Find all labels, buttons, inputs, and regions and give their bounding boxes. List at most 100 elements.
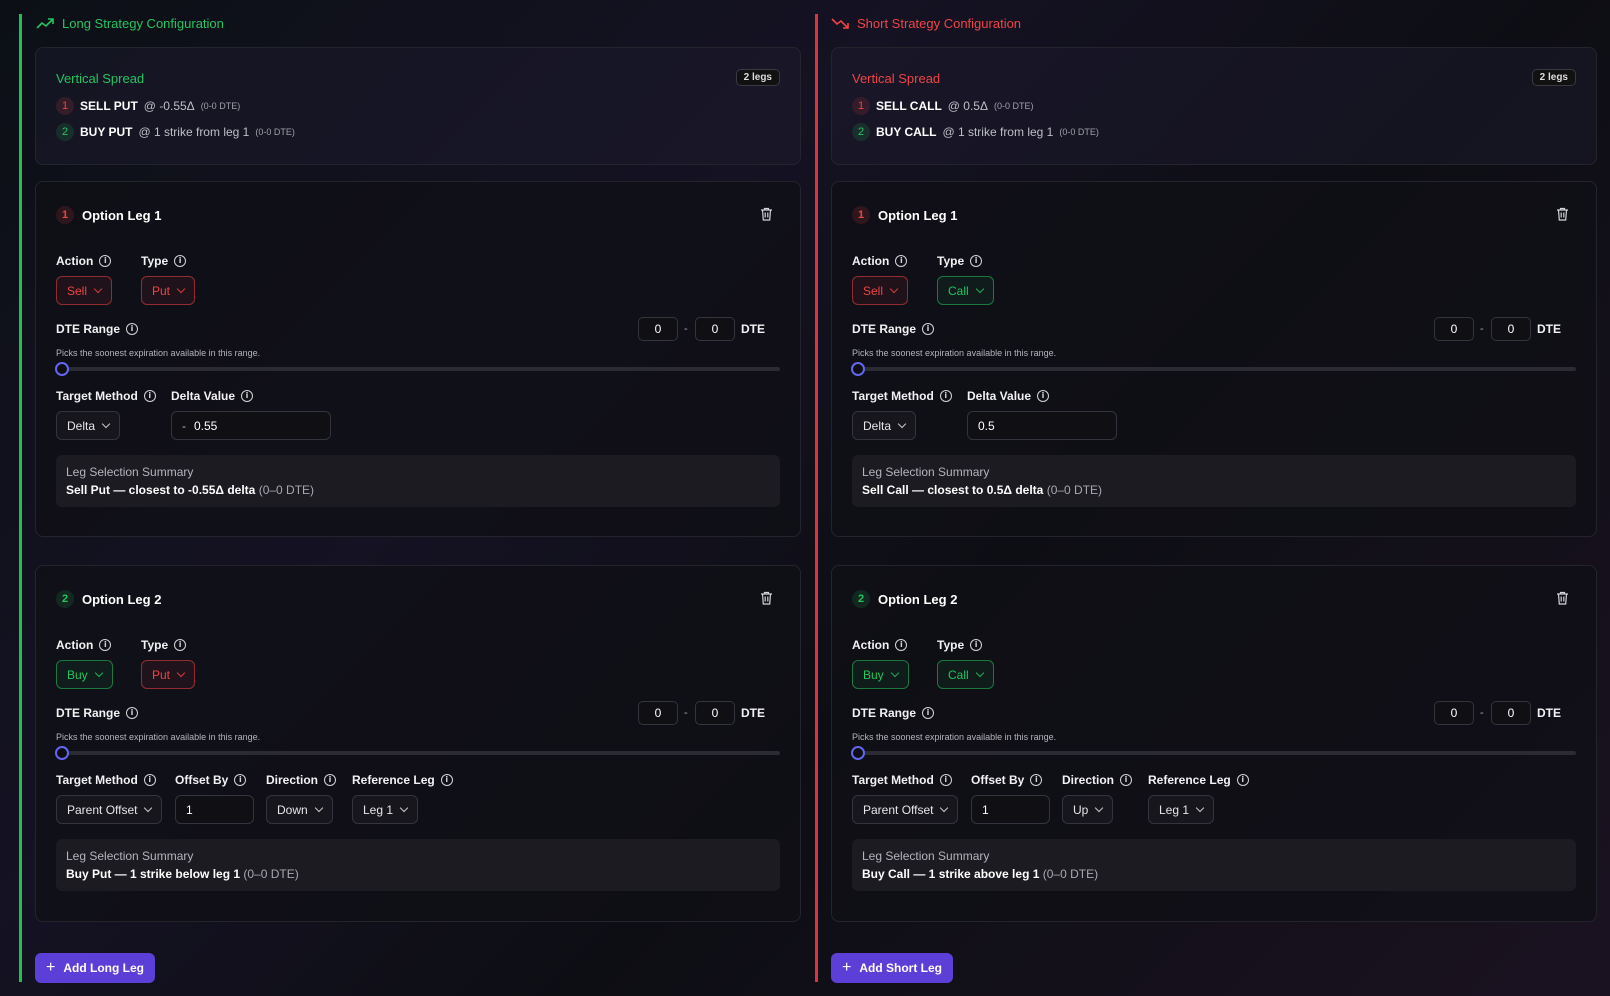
info-icon[interactable]: i bbox=[126, 707, 139, 719]
dte-max-input[interactable]: 0 bbox=[1491, 317, 1531, 341]
target-method-select[interactable]: Delta bbox=[852, 411, 917, 440]
info-icon[interactable]: i bbox=[99, 639, 112, 651]
long-accent-line bbox=[19, 14, 22, 982]
dte-min-input[interactable]: 0 bbox=[1434, 317, 1474, 341]
info-icon[interactable]: i bbox=[174, 639, 187, 651]
type-select[interactable]: Put bbox=[141, 660, 196, 689]
info-icon[interactable]: i bbox=[1236, 774, 1249, 786]
info-icon[interactable]: i bbox=[1030, 774, 1043, 786]
dte-min-input[interactable]: 0 bbox=[638, 317, 678, 341]
info-icon[interactable]: i bbox=[143, 390, 156, 402]
offset-by-input[interactable]: 1 bbox=[175, 795, 254, 824]
dte-range-slider[interactable] bbox=[55, 746, 780, 760]
info-icon[interactable]: i bbox=[241, 390, 254, 402]
leg-number-badge: 2 bbox=[56, 123, 74, 141]
action-select[interactable]: Buy bbox=[852, 660, 909, 689]
action-select[interactable]: Buy bbox=[56, 660, 113, 689]
short-option-leg-2-card: 2 Option Leg 2 Action i Type i Buy Call DT… bbox=[831, 565, 1597, 922]
summary-bold: Sell Put — closest to -0.55Δ delta bbox=[66, 483, 256, 497]
info-icon[interactable]: i bbox=[324, 774, 337, 786]
info-icon[interactable]: i bbox=[970, 255, 983, 267]
dte-range-label: DTE Range i bbox=[56, 706, 139, 720]
type-label: Type i bbox=[141, 254, 187, 268]
info-icon[interactable]: i bbox=[99, 255, 112, 267]
info-icon[interactable]: i bbox=[1120, 774, 1133, 786]
dte-hint: Picks the soonest expiration available i… bbox=[56, 348, 261, 358]
info-icon[interactable]: i bbox=[1037, 390, 1050, 402]
strategy-name: Vertical Spread bbox=[852, 71, 941, 86]
info-icon[interactable]: i bbox=[970, 639, 983, 651]
trash-icon[interactable] bbox=[1556, 207, 1569, 221]
trash-icon[interactable] bbox=[760, 591, 773, 605]
slider-handle[interactable] bbox=[55, 746, 69, 760]
info-icon[interactable]: i bbox=[143, 774, 156, 786]
direction-label: Direction i bbox=[1062, 773, 1133, 787]
dte-unit-label: DTE bbox=[741, 322, 765, 336]
reference-leg-label: Reference Leg i bbox=[1148, 773, 1249, 787]
target-method-select[interactable]: Delta bbox=[56, 411, 121, 440]
reference-leg-select[interactable]: Leg 1 bbox=[1148, 795, 1215, 824]
info-icon[interactable]: i bbox=[234, 774, 247, 786]
info-icon[interactable]: i bbox=[922, 707, 935, 719]
add-long-leg-button[interactable]: + Add Long Leg bbox=[35, 953, 155, 983]
info-icon[interactable]: i bbox=[126, 323, 139, 335]
info-icon[interactable]: i bbox=[174, 255, 187, 267]
action-select[interactable]: Sell bbox=[56, 276, 113, 305]
reference-leg-label-text: Reference Leg bbox=[1148, 773, 1231, 787]
target-method-select[interactable]: Parent Offset bbox=[852, 795, 959, 824]
info-icon[interactable]: i bbox=[939, 774, 952, 786]
offset-by-label-text: Offset By bbox=[971, 773, 1025, 787]
long-option-leg-2-card: 2 Option Leg 2 Action i Type i Buy Put DTE… bbox=[35, 565, 801, 922]
short-accent-line bbox=[815, 14, 818, 982]
action-select[interactable]: Sell bbox=[852, 276, 909, 305]
trash-icon[interactable] bbox=[1556, 591, 1569, 605]
direction-select[interactable]: Up bbox=[1062, 795, 1114, 824]
plus-icon: + bbox=[46, 959, 56, 976]
summary-text: Sell Put — closest to -0.55Δ delta (0–0 … bbox=[66, 483, 770, 497]
dte-hint: Picks the soonest expiration available i… bbox=[852, 732, 1057, 742]
dte-max-input[interactable]: 0 bbox=[695, 317, 735, 341]
type-label: Type i bbox=[141, 638, 187, 652]
info-icon[interactable]: i bbox=[895, 639, 908, 651]
dte-max-input[interactable]: 0 bbox=[1491, 701, 1531, 725]
reference-leg-select[interactable]: Leg 1 bbox=[352, 795, 419, 824]
dte-min-input[interactable]: 0 bbox=[1434, 701, 1474, 725]
type-select[interactable]: Call bbox=[937, 276, 994, 305]
info-icon[interactable]: i bbox=[922, 323, 935, 335]
trash-icon[interactable] bbox=[760, 207, 773, 221]
type-select[interactable]: Put bbox=[141, 276, 196, 305]
dte-max-input[interactable]: 0 bbox=[695, 701, 735, 725]
leg-target: @ 0.5Δ bbox=[947, 99, 988, 113]
add-short-leg-label: Add Short Leg bbox=[859, 961, 943, 975]
leg-dte: (0-0 DTE) bbox=[1059, 127, 1099, 137]
info-icon[interactable]: i bbox=[939, 390, 952, 402]
leg-action: SELL CALL bbox=[876, 99, 942, 113]
action-select-value: Sell bbox=[863, 283, 884, 298]
long-strategy-panel: Long Strategy Configuration Vertical Spr… bbox=[0, 0, 805, 996]
target-method-select[interactable]: Parent Offset bbox=[56, 795, 163, 824]
slider-handle[interactable] bbox=[851, 362, 865, 376]
delta-value-input[interactable]: -0.55 bbox=[171, 411, 331, 440]
dte-range-slider[interactable] bbox=[851, 746, 1576, 760]
dte-min-input[interactable]: 0 bbox=[638, 701, 678, 725]
slider-handle[interactable] bbox=[851, 746, 865, 760]
dte-range-slider[interactable] bbox=[55, 362, 780, 376]
leg-dte: (0-0 DTE) bbox=[200, 101, 241, 111]
action-select-value: Sell bbox=[67, 283, 88, 298]
direction-select[interactable]: Down bbox=[266, 795, 333, 824]
chevron-down-icon bbox=[897, 419, 907, 428]
dte-range-separator: - bbox=[684, 323, 688, 335]
info-icon[interactable]: i bbox=[440, 774, 453, 786]
leg-number-badge: 1 bbox=[852, 206, 870, 224]
add-short-leg-button[interactable]: + Add Short Leg bbox=[831, 953, 954, 983]
info-icon[interactable]: i bbox=[895, 255, 908, 267]
offset-by-input[interactable]: 1 bbox=[971, 795, 1050, 824]
type-select[interactable]: Call bbox=[937, 660, 994, 689]
add-long-leg-label: Add Long Leg bbox=[63, 961, 144, 975]
summary-title: Leg Selection Summary bbox=[66, 849, 194, 863]
delta-value-input[interactable]: 0.5 bbox=[967, 411, 1117, 440]
summary-text: Buy Call — 1 strike above leg 1 (0–0 DTE… bbox=[862, 867, 1566, 881]
slider-handle[interactable] bbox=[55, 362, 69, 376]
dte-range-slider[interactable] bbox=[851, 362, 1576, 376]
offset-by-label: Offset By i bbox=[971, 773, 1043, 787]
